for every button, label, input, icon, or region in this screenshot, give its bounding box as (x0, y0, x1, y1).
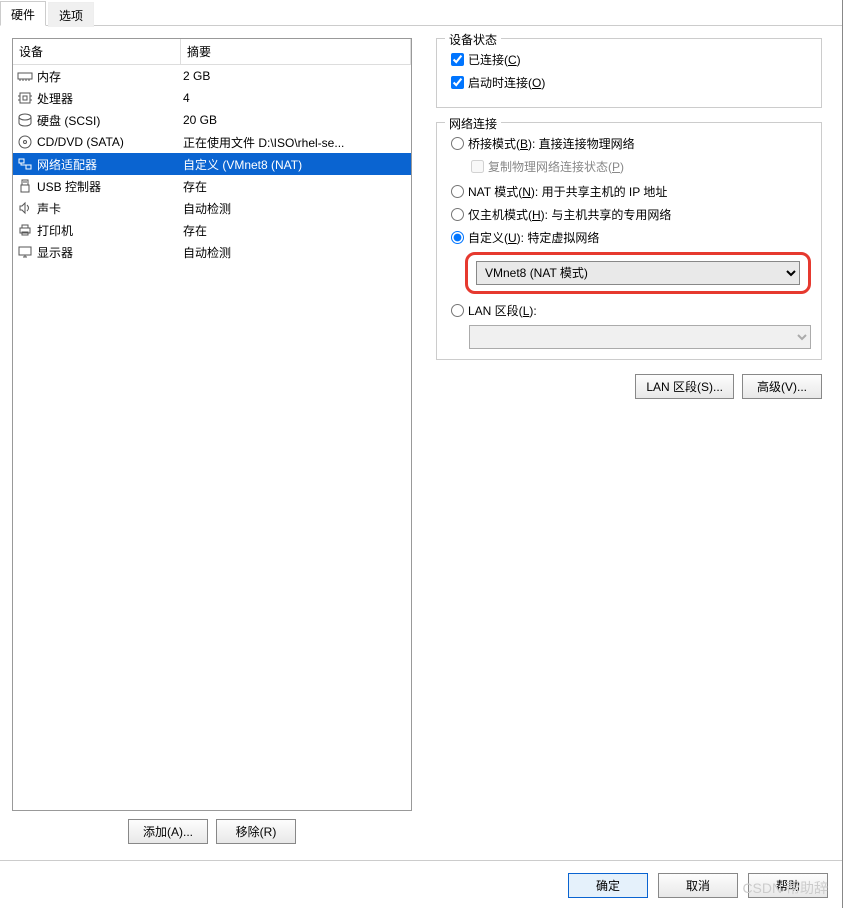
custom-network-highlight: VMnet8 (NAT 模式) (465, 252, 811, 294)
lanseg-input[interactable] (451, 304, 464, 317)
device-label: 网络适配器 (37, 156, 97, 173)
custom-label: 自定义(U): 特定虚拟网络 (468, 229, 599, 246)
custom-radio[interactable]: 自定义(U): 特定虚拟网络 (447, 229, 811, 246)
right-panel: 设备状态 已连接(C) 启动时连接(O) 网络连接 桥接模式(B): 直接连接物… (428, 38, 830, 844)
device-label: 声卡 (37, 200, 61, 217)
lanseg-select (469, 325, 811, 349)
remove-button[interactable]: 移除(R) (216, 819, 296, 844)
lanseg-radio[interactable]: LAN 区段(L): (447, 302, 811, 319)
device-label: CD/DVD (SATA) (37, 135, 124, 149)
hostonly-radio[interactable]: 仅主机模式(H): 与主机共享的专用网络 (447, 206, 811, 223)
printer-icon (17, 222, 33, 238)
replicate-label: 复制物理网络连接状态(P) (488, 158, 624, 175)
device-summary: 4 (181, 91, 411, 105)
device-summary: 正在使用文件 D:\ISO\rhel-se... (181, 134, 411, 151)
net-title: 网络连接 (445, 115, 501, 132)
device-label: 内存 (37, 68, 61, 85)
usb-icon (17, 178, 33, 194)
hostonly-input[interactable] (451, 208, 464, 221)
nat-label: NAT 模式(N): 用于共享主机的 IP 地址 (468, 183, 667, 200)
device-row-cpu[interactable]: 处理器 4 (13, 87, 411, 109)
device-row-network[interactable]: 网络适配器 自定义 (VMnet8 (NAT) (13, 153, 411, 175)
poweron-label: 启动时连接(O) (468, 74, 545, 91)
device-row-disk[interactable]: 硬盘 (SCSI) 20 GB (13, 109, 411, 131)
disc-icon (17, 134, 33, 150)
device-label: 打印机 (37, 222, 73, 239)
replicate-checkbox: 复制物理网络连接状态(P) (467, 158, 811, 175)
connected-check[interactable] (451, 53, 464, 66)
device-label: USB 控制器 (37, 178, 101, 195)
device-status-group: 设备状态 已连接(C) 启动时连接(O) (436, 38, 822, 108)
hostonly-label: 仅主机模式(H): 与主机共享的专用网络 (468, 206, 671, 223)
device-list[interactable]: 设备 摘要 内存 2 GB 处理器 4 硬盘 (SCSI) 20 GB CD/DVD (SA… (12, 38, 412, 811)
device-summary: 存在 (181, 178, 411, 195)
add-button[interactable]: 添加(A)... (128, 819, 208, 844)
device-label: 处理器 (37, 90, 73, 107)
tab-bar: 硬件 选项 (0, 0, 842, 26)
network-icon (17, 156, 33, 172)
left-panel: 设备 摘要 内存 2 GB 处理器 4 硬盘 (SCSI) 20 GB CD/DVD (SA… (12, 38, 412, 844)
device-row-usb[interactable]: USB 控制器 存在 (13, 175, 411, 197)
tab-options[interactable]: 选项 (48, 2, 94, 27)
bridged-label: 桥接模式(B): 直接连接物理网络 (468, 135, 635, 152)
poweron-check[interactable] (451, 76, 464, 89)
display-icon (17, 244, 33, 260)
device-row-memory[interactable]: 内存 2 GB (13, 65, 411, 87)
column-headers: 设备 摘要 (13, 39, 411, 65)
dialog-body: 设备 摘要 内存 2 GB 处理器 4 硬盘 (SCSI) 20 GB CD/DVD (SA… (0, 26, 842, 856)
nat-input[interactable] (451, 185, 464, 198)
cpu-icon (17, 90, 33, 106)
network-connection-group: 网络连接 桥接模式(B): 直接连接物理网络 复制物理网络连接状态(P) NAT… (436, 122, 822, 360)
device-summary: 自动检测 (181, 200, 411, 217)
device-row-disc[interactable]: CD/DVD (SATA) 正在使用文件 D:\ISO\rhel-se... (13, 131, 411, 153)
sound-icon (17, 200, 33, 216)
memory-icon (17, 68, 33, 84)
nat-radio[interactable]: NAT 模式(N): 用于共享主机的 IP 地址 (447, 183, 811, 200)
device-summary: 存在 (181, 222, 411, 239)
status-title: 设备状态 (445, 31, 501, 48)
advanced-button[interactable]: 高级(V)... (742, 374, 822, 399)
cancel-button[interactable]: 取消 (658, 873, 738, 898)
vm-settings-dialog: 硬件 选项 设备 摘要 内存 2 GB 处理器 4 硬盘 (SCSI) 20 GB CD/D… (0, 0, 843, 908)
device-row-display[interactable]: 显示器 自动检测 (13, 241, 411, 263)
device-summary: 自动检测 (181, 244, 411, 261)
dialog-footer: 确定 取消 帮助 (0, 860, 842, 908)
net-extra-buttons: LAN 区段(S)... 高级(V)... (436, 374, 822, 399)
connected-label: 已连接(C) (468, 51, 521, 68)
device-row-sound[interactable]: 声卡 自动检测 (13, 197, 411, 219)
column-device[interactable]: 设备 (13, 39, 181, 64)
device-summary: 2 GB (181, 69, 411, 83)
replicate-input (471, 160, 484, 173)
disk-icon (17, 112, 33, 128)
connected-checkbox[interactable]: 已连接(C) (447, 51, 811, 68)
bridged-input[interactable] (451, 137, 464, 150)
device-buttons: 添加(A)... 移除(R) (12, 819, 412, 844)
device-label: 显示器 (37, 244, 73, 261)
lan-segments-button[interactable]: LAN 区段(S)... (635, 374, 734, 399)
connect-at-poweron-checkbox[interactable]: 启动时连接(O) (447, 74, 811, 91)
ok-button[interactable]: 确定 (568, 873, 648, 898)
device-summary: 自定义 (VMnet8 (NAT) (181, 156, 411, 173)
device-row-printer[interactable]: 打印机 存在 (13, 219, 411, 241)
custom-input[interactable] (451, 231, 464, 244)
device-label: 硬盘 (SCSI) (37, 112, 100, 129)
tab-hardware[interactable]: 硬件 (0, 1, 46, 26)
custom-network-select[interactable]: VMnet8 (NAT 模式) (476, 261, 800, 285)
bridged-radio[interactable]: 桥接模式(B): 直接连接物理网络 (447, 135, 811, 152)
column-summary[interactable]: 摘要 (181, 39, 411, 64)
help-button[interactable]: 帮助 (748, 873, 828, 898)
device-summary: 20 GB (181, 113, 411, 127)
lanseg-label: LAN 区段(L): (468, 302, 537, 319)
